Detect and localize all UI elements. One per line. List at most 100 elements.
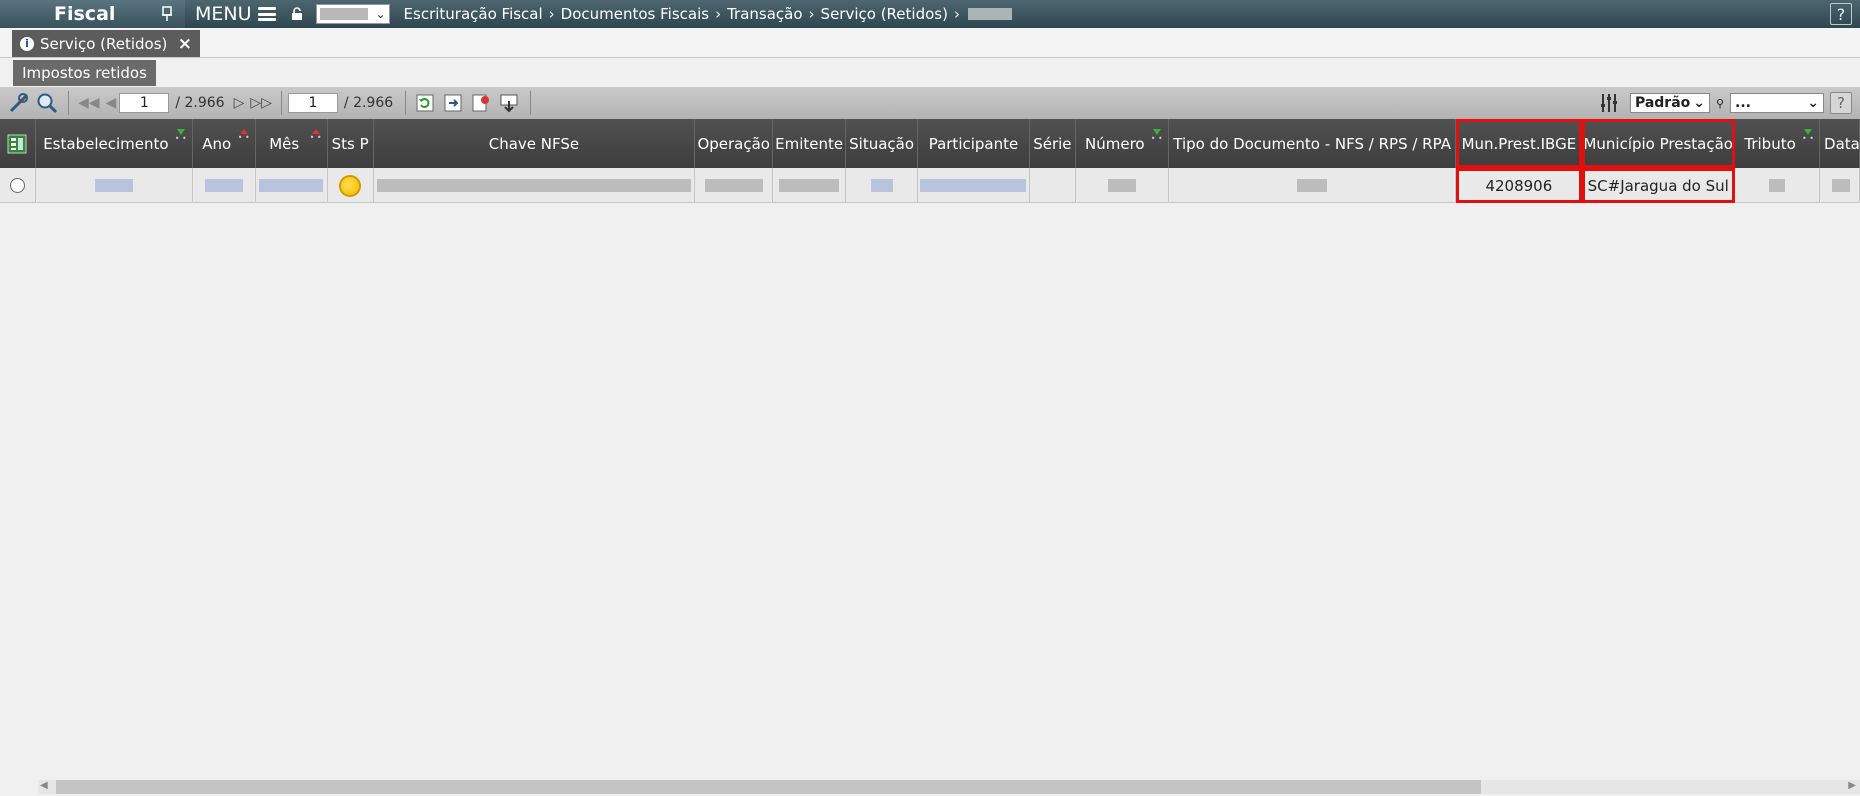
col-data[interactable]: Data xyxy=(1820,119,1860,168)
col-ano[interactable]: Ano • • xyxy=(193,119,256,168)
top-bar: Fiscal MENU ⌄ Escrituração Fiscal › Docu… xyxy=(0,0,1860,28)
prev-page-icon[interactable]: ◀ xyxy=(106,95,117,111)
cell-mes xyxy=(256,168,328,203)
select-all-column[interactable] xyxy=(0,119,36,168)
help-button[interactable]: ? xyxy=(1830,3,1852,25)
column-settings-icon[interactable] xyxy=(1596,90,1622,116)
cell-municipio-prestacao: SC#Jaragua do Sul xyxy=(1582,168,1736,203)
redacted-value xyxy=(1832,179,1851,192)
col-tributo[interactable]: Tributo • • xyxy=(1735,119,1821,168)
chevron-right-icon: › xyxy=(715,5,722,23)
page-input[interactable]: 1 xyxy=(119,93,170,113)
tab-servico-retidos[interactable]: i Serviço (Retidos) × xyxy=(12,30,200,57)
view-select[interactable]: Padrão ⌄ xyxy=(1629,93,1710,113)
breadcrumb-item-escrituracao[interactable]: Escrituração Fiscal xyxy=(402,5,545,23)
subtab-impostos-retidos[interactable]: Impostos retidos xyxy=(13,60,156,86)
sort-key-icon[interactable]: • • xyxy=(309,129,323,147)
cell-numero xyxy=(1076,168,1169,203)
chevron-right-icon: › xyxy=(808,5,815,23)
redacted-value xyxy=(94,179,133,192)
toolbar-divider xyxy=(530,91,532,115)
col-emitente[interactable]: Emitente xyxy=(773,119,847,168)
breadcrumb-item-servico[interactable]: Serviço (Retidos) xyxy=(819,5,950,23)
breadcrumb-item-transacao[interactable]: Transação xyxy=(725,5,804,23)
row-select-cell[interactable] xyxy=(0,168,36,203)
delete-doc-icon[interactable] xyxy=(468,90,494,116)
col-label: Série xyxy=(1033,134,1072,153)
scroll-right-icon[interactable]: ▶ xyxy=(1848,780,1856,791)
filter-select[interactable]: ... ⌄ xyxy=(1730,93,1824,113)
view-select-value: Padrão xyxy=(1634,95,1691,111)
redacted-value xyxy=(376,179,691,192)
col-label: Participante xyxy=(928,134,1019,153)
close-icon[interactable]: × xyxy=(178,34,192,54)
col-estabelecimento[interactable]: Estabelecimento • • xyxy=(36,119,193,168)
company-select[interactable]: ⌄ xyxy=(315,4,390,24)
cell-ano xyxy=(193,168,256,203)
col-tipo-documento[interactable]: Tipo do Documento - NFS / RPS / RPA xyxy=(1169,119,1457,168)
records-input[interactable]: 1 xyxy=(287,93,338,113)
menu-button[interactable]: MENU xyxy=(185,0,286,28)
pin-icon[interactable] xyxy=(159,5,175,23)
mun-prest-ibge-value: 4208906 xyxy=(1485,176,1553,195)
help-button[interactable]: ? xyxy=(1830,92,1852,114)
app-title-label: Fiscal xyxy=(54,3,116,25)
breadcrumb-item-redacted xyxy=(967,8,1012,20)
cell-participante xyxy=(918,168,1030,203)
col-label: Situação xyxy=(849,134,915,153)
chevron-down-icon: ⌄ xyxy=(1693,95,1705,111)
refresh-icon[interactable] xyxy=(412,90,438,116)
redacted-value xyxy=(704,179,763,192)
download-icon[interactable] xyxy=(496,90,522,116)
last-page-icon[interactable]: ▷▷ xyxy=(250,95,272,111)
cell-chave-nfse xyxy=(374,168,696,203)
col-label: Mês xyxy=(269,134,300,153)
col-chave-nfse[interactable]: Chave NFSe xyxy=(374,119,696,168)
sort-key-icon[interactable]: • • xyxy=(237,129,251,147)
horizontal-scrollbar[interactable] xyxy=(38,780,1860,794)
tools-icon[interactable] xyxy=(6,90,32,116)
table-row[interactable]: 4208906 SC#Jaragua do Sul xyxy=(0,168,1860,203)
hamburger-icon xyxy=(257,7,276,21)
subtab-label: Impostos retidos xyxy=(22,64,147,82)
scrollbar-thumb[interactable] xyxy=(56,780,1481,794)
next-page-icon[interactable]: ▷ xyxy=(234,95,245,111)
row-radio[interactable] xyxy=(9,178,25,193)
redacted-value xyxy=(779,179,840,192)
col-municipio-prestacao[interactable]: Município Prestação xyxy=(1582,119,1736,168)
col-participante[interactable]: Participante xyxy=(918,119,1030,168)
sort-icon[interactable]: • • xyxy=(1150,129,1164,147)
sort-icon[interactable]: • • xyxy=(1801,129,1815,147)
col-operacao[interactable]: Operação xyxy=(695,119,774,168)
toolbar-divider xyxy=(405,91,407,115)
grid-options-icon[interactable] xyxy=(7,134,27,154)
col-sts-p[interactable]: Sts P xyxy=(328,119,374,168)
app-title[interactable]: Fiscal xyxy=(0,0,185,28)
col-situacao[interactable]: Situação xyxy=(846,119,919,168)
cell-sts-p xyxy=(328,168,374,203)
col-mes[interactable]: Mês • • xyxy=(256,119,328,168)
scroll-left-icon[interactable]: ◀ xyxy=(40,780,48,791)
toolbar-divider xyxy=(68,91,69,115)
chevron-down-icon: ⌄ xyxy=(1807,95,1819,111)
cell-data xyxy=(1820,168,1860,203)
menu-label: MENU xyxy=(195,3,252,25)
lock-icon[interactable] xyxy=(286,0,308,28)
export-icon[interactable] xyxy=(440,90,466,116)
breadcrumb-item-documentos[interactable]: Documentos Fiscais xyxy=(559,5,711,23)
col-mun-prest-ibge[interactable]: Mun.Prest.IBGE xyxy=(1456,119,1583,168)
chevron-right-icon: › xyxy=(548,5,555,23)
cell-situacao xyxy=(846,168,919,203)
col-numero[interactable]: Número • • xyxy=(1076,119,1169,168)
municipio-prestacao-value: SC#Jaragua do Sul xyxy=(1587,176,1729,195)
col-serie[interactable]: Série xyxy=(1030,119,1076,168)
search-icon[interactable] xyxy=(34,90,60,116)
redacted-value xyxy=(204,179,243,192)
cell-tributo xyxy=(1735,168,1821,203)
redacted-value xyxy=(259,179,324,192)
sort-icon[interactable]: • • xyxy=(174,129,188,147)
first-page-icon[interactable]: ◀◀ xyxy=(78,95,100,111)
filter-select-value: ... xyxy=(1735,95,1751,111)
col-label: Operação xyxy=(697,134,770,153)
grid-header: Estabelecimento • • Ano • • Mês • • Sts … xyxy=(0,119,1860,168)
